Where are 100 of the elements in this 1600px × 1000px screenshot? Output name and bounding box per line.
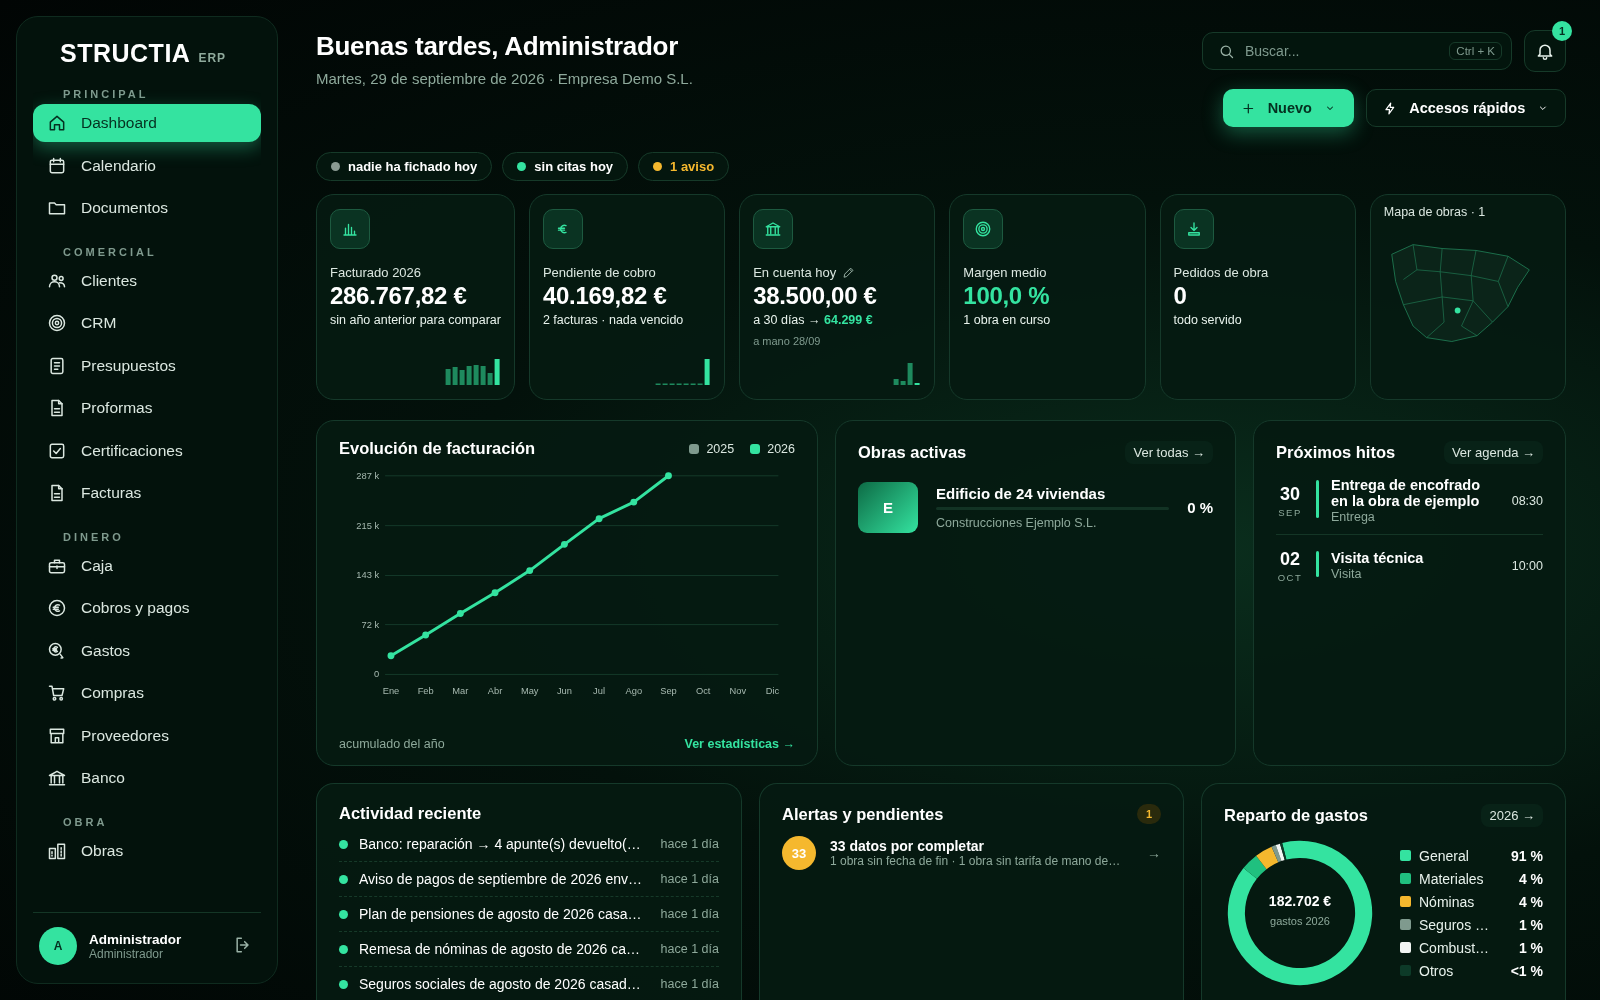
axis-label: Dic [765,686,780,697]
activity-text: Remesa de nóminas de agosto de 2026 ca… [359,941,641,957]
legend-label: Materiales [1419,870,1485,887]
bullet-dot [339,874,348,884]
kpi-caption: todo servido [1173,313,1243,327]
date-day: 30 [1276,483,1304,505]
sidebar-item[interactable]: Dashboard [33,104,261,142]
sidebar-item[interactable]: Caja [33,546,261,585]
legend-label: Otros [1419,962,1455,979]
card-title: Próximos hitos [1276,443,1396,462]
alert-title: 33 datos por completar [830,838,986,854]
milestone-title: Entrega de encofrado en la obra de ejemplo [1331,478,1482,510]
axis-label: 0 [374,669,380,680]
kpi-label: Facturado 2026 [330,265,422,280]
chart-caption: acumulado del año [339,737,445,751]
legend-value: 4 % [1518,870,1543,887]
year-link[interactable]: 2026 → [1481,804,1543,827]
new-button[interactable]: Nuevo [1223,89,1354,127]
data-point [387,652,395,660]
legend-label: Seguros … [1419,916,1491,933]
kpi-label: Pedidos de obra [1173,265,1269,280]
kpi-label: En cuenta hoy [753,265,837,280]
sidebar-item[interactable]: Facturas [33,474,261,512]
kpi-caption: 2 facturas · nada vencido [542,313,685,327]
count-badge: 1 [1136,804,1161,824]
sidebar-item[interactable]: CRM [33,304,261,342]
sidebar-item[interactable]: Clientes [33,261,261,300]
bank-icon [753,209,794,249]
arrow-glyph: → [1147,845,1161,861]
coin-search-icon [47,640,67,661]
alert-detail: 1 obra sin fecha de fin · 1 obra sin tarifa de mano de… [830,854,1122,868]
user-avatar: A [39,927,77,965]
legend-label: 2025 [706,441,735,456]
quick-access-button[interactable]: Accesos rápidos [1366,89,1566,127]
date-month: SEP [1277,506,1303,518]
axis-label: May [520,686,539,697]
sidebar-item[interactable]: Proformas [33,389,261,427]
section-heading: PRINCIPAL [62,88,150,100]
axis-label: Feb [417,686,434,697]
activity-time: hace 1 día [660,872,719,886]
axis-label: Mar [452,686,469,697]
sidebar-item[interactable]: Proveedores [33,716,261,755]
card-title: Actividad reciente [339,804,482,823]
data-point [630,498,638,506]
sidebar-item[interactable]: Gastos [33,631,261,670]
euro-icon [47,598,67,618]
sidebar-item[interactable]: Compras [33,674,261,712]
sidebar-item[interactable]: Calendario [33,146,261,185]
data-point [456,610,464,617]
statistics-link[interactable]: Ver estadísticas → [684,737,795,751]
activity-time: hace 1 día [660,907,719,921]
agenda-link[interactable]: Ver agenda → [1443,441,1543,464]
section-heading: COMERCIAL [62,245,158,258]
download-icon [1173,209,1214,249]
axis-label: 215 k [356,520,380,531]
project-avatar: E [858,482,918,533]
sidebar-item[interactable]: Obras [33,831,261,870]
progress-percent: 0 % [1187,499,1213,516]
axis-label: Sep [660,686,677,697]
notification-badge: 1 [1552,21,1572,41]
accent-bar [1316,480,1319,518]
legend-label: Nóminas [1419,893,1476,910]
kpi-value: 40.169,82 € [542,282,668,310]
axis-label: Ene [382,686,400,697]
sidebar-item[interactable]: Certificaciones [33,431,261,470]
user-name: Administrador [89,931,183,947]
kpi-caption: 1 obra en curso [963,313,1052,327]
sidebar-item[interactable]: Cobros y pagos [33,589,261,627]
kpi-value: 286.767,82 € [330,282,468,310]
kpi-label: Pendiente de cobro [542,265,656,280]
legend-value: <1 % [1510,962,1543,979]
alert-item[interactable]: 33 33 datos por completar 1 obra sin fecha de fin · 1 obra sin tarifa de mano de… → [782,836,1161,870]
view-all-link[interactable]: Ver todas → [1125,441,1213,464]
home-icon [47,113,67,133]
kpi-label: Margen medio [963,265,1047,280]
section-heading: DINERO [62,530,125,543]
project-name: Edificio de 24 viviendas [936,485,1107,502]
user-role: Administrador [89,946,165,961]
chip-label: nadie ha fichado hoy [348,159,478,174]
kpi-caption: a 30 días → 64.299 € [753,313,874,327]
activity-text: Aviso de pagos de septiembre de 2026 env… [359,871,644,887]
accent-bar [1316,550,1319,577]
sidebar-item[interactable]: Presupuestos [33,346,261,385]
kpi-value: 100,0 % [963,282,1051,310]
milestone-title: Visita técnica [1331,550,1425,567]
total-label: gastos 2026 [1270,915,1330,927]
sidebar-item[interactable]: Banco [33,759,261,797]
data-point [422,631,430,639]
sidebar-item[interactable]: Documentos [33,189,261,227]
alert-count: 33 [782,836,816,870]
legend-label: 2026 [767,441,795,456]
milestone-time: 08:30 [1511,493,1543,508]
bullet-dot [339,944,348,954]
axis-label: Jun [556,686,572,697]
project-company: Construcciones Ejemplo S.L. [936,516,1098,530]
kpi-note: a mano 28/09 [753,335,822,347]
total-amount: 182.702 € [1268,893,1332,909]
legend-value: 4 % [1518,893,1543,910]
bar-chart-icon [330,209,370,249]
app-logo: STRUCTIA [60,39,191,68]
